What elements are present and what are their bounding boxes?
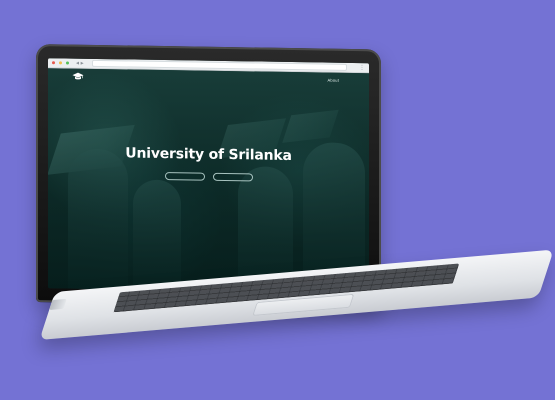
minimize-window-button[interactable]: [59, 61, 62, 65]
graduate-silhouette: [133, 179, 181, 291]
maximize-window-button[interactable]: [66, 61, 69, 65]
browser-menu-icon[interactable]: ⋮: [359, 65, 365, 71]
secondary-cta-button[interactable]: [212, 172, 253, 182]
laptop-ports: [49, 298, 67, 310]
graduation-cap-icon[interactable]: [72, 72, 84, 82]
primary-cta-button[interactable]: [164, 172, 205, 181]
laptop-screen: ◂ ▸ ⋮ About University of Srilanka: [48, 58, 369, 294]
hero-content: University of Srilanka: [48, 144, 369, 183]
about-link[interactable]: About: [328, 78, 339, 83]
graduation-cap-graphic: [282, 109, 339, 143]
back-forward-icon[interactable]: ◂ ▸: [76, 60, 84, 66]
close-window-button[interactable]: [52, 61, 55, 65]
scene: ◂ ▸ ⋮ About University of Srilanka: [0, 0, 555, 400]
